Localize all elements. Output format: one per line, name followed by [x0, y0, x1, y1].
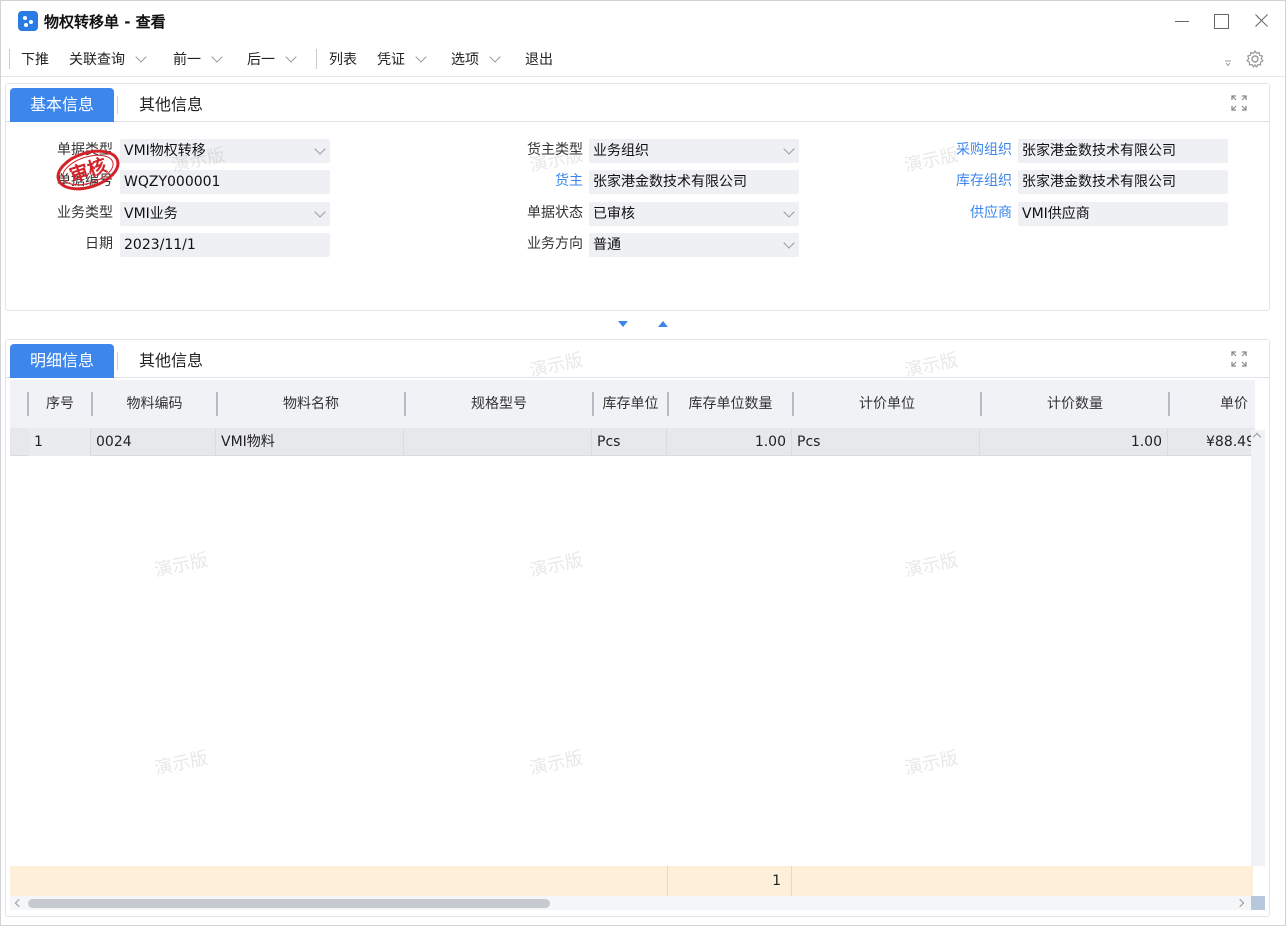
related-query-button[interactable]: 关联查询	[69, 49, 147, 69]
previous-button[interactable]: 前一	[173, 49, 223, 69]
chevron-down-icon	[285, 51, 297, 63]
collapse-down-icon[interactable]	[617, 319, 629, 329]
total-row: 1	[10, 866, 1253, 896]
supplier-label-link[interactable]: 供应商	[922, 202, 1012, 222]
owner-field[interactable]: 张家港金数技术有限公司	[589, 170, 799, 194]
fullscreen-icon[interactable]	[1231, 95, 1247, 111]
chevron-down-icon	[211, 51, 223, 63]
tab-divider	[117, 96, 118, 114]
basic-info-panel: 基本信息 其他信息	[5, 83, 1270, 311]
scroll-corner	[1251, 896, 1265, 910]
app-window: 物权转移单 - 查看 下推 关联查询 前一 后一 列表 凭证 选项 退出 基本信…	[0, 0, 1286, 926]
column-header-stock-qty[interactable]: 库存单位数量	[669, 380, 792, 428]
bill-type-select[interactable]: VMI物权转移	[120, 139, 330, 163]
owner-type-label: 货主类型	[527, 142, 583, 158]
next-button[interactable]: 后一	[247, 49, 297, 69]
list-button[interactable]: 列表	[329, 49, 357, 69]
chevron-down-icon	[415, 51, 427, 63]
toolbar-divider	[9, 49, 10, 69]
column-header-material-code[interactable]: 物料编码	[93, 380, 216, 428]
gear-icon[interactable]	[1245, 49, 1265, 69]
tab-divider	[117, 352, 118, 370]
push-down-button[interactable]: 下推	[21, 49, 49, 69]
supplier-field[interactable]: VMI供应商	[1018, 202, 1228, 226]
close-icon[interactable]	[1250, 10, 1272, 32]
window-title: 物权转移单 - 查看	[44, 13, 166, 31]
biz-type-select[interactable]: VMI业务	[120, 202, 330, 226]
fullscreen-icon[interactable]	[1231, 351, 1247, 367]
toolbar: 下推 关联查询 前一 后一 列表 凭证 选项 退出	[1, 41, 1285, 77]
scroll-thumb[interactable]	[28, 899, 550, 908]
chevron-down-icon	[489, 51, 501, 63]
scroll-left-icon[interactable]	[14, 898, 24, 908]
tab-basic-info[interactable]: 基本信息	[10, 88, 115, 122]
minimize-icon[interactable]	[1171, 10, 1193, 32]
purchase-org-label-link[interactable]: 采购组织	[922, 139, 1012, 159]
options-button[interactable]: 选项	[451, 49, 501, 69]
detail-info-panel: 明细信息 其他信息 序号 物料编码 物料名称 规格型号 库存单位 库存单位数量 …	[5, 339, 1270, 917]
vertical-scrollbar[interactable]	[1251, 430, 1265, 866]
tab-detail-info[interactable]: 明细信息	[10, 344, 115, 378]
column-header-stock-unit[interactable]: 库存单位	[594, 380, 667, 428]
chevron-down-icon	[314, 206, 326, 218]
date-label: 日期	[85, 236, 113, 252]
exit-button[interactable]: 退出	[525, 49, 553, 69]
bill-no-field[interactable]: WQZY000001	[120, 170, 330, 194]
cell-stock-unit[interactable]: Pcs	[592, 428, 667, 456]
cell-material-name[interactable]: VMI物料	[216, 428, 404, 456]
purchase-org-field[interactable]: 张家港金数技术有限公司	[1018, 139, 1228, 163]
stock-org-label-link[interactable]: 库存组织	[922, 170, 1012, 190]
chevron-down-icon	[783, 237, 795, 249]
title-bar: 物权转移单 - 查看	[1, 1, 1285, 41]
column-header-spec[interactable]: 规格型号	[406, 380, 592, 428]
biz-direction-select[interactable]: 普通	[589, 233, 799, 257]
column-header-price-qty[interactable]: 计价数量	[982, 380, 1168, 428]
chevron-down-icon	[314, 143, 326, 155]
detail-info-tabbar: 明细信息 其他信息	[6, 340, 1269, 378]
column-header-seq[interactable]: 序号	[29, 380, 91, 428]
column-header-material-name[interactable]: 物料名称	[218, 380, 404, 428]
cell-seq[interactable]: 1	[29, 428, 91, 456]
cell-price-unit[interactable]: Pcs	[792, 428, 980, 456]
cell-price-qty[interactable]: 1.00	[980, 428, 1168, 456]
collapse-up-icon[interactable]	[657, 319, 669, 329]
grid-header: 序号 物料编码 物料名称 规格型号 库存单位 库存单位数量 计价单位 计价数量 …	[10, 380, 1255, 428]
scroll-right-icon[interactable]	[1235, 898, 1245, 908]
table-row[interactable]: 1 0024 VMI物料 Pcs 1.00 Pcs 1.00 ¥88.49	[10, 428, 1255, 456]
cell-spec[interactable]	[404, 428, 592, 456]
tab-detail-other-info[interactable]: 其他信息	[119, 344, 223, 378]
toolbar-divider	[316, 49, 317, 69]
horizontal-scrollbar[interactable]	[10, 896, 1253, 910]
voucher-button[interactable]: 凭证	[377, 49, 427, 69]
bill-status-select[interactable]: 已审核	[589, 202, 799, 226]
date-field[interactable]: 2023/11/1	[120, 233, 330, 257]
toolbar-expand-icon[interactable]	[1224, 59, 1232, 67]
basic-info-tabbar: 基本信息 其他信息	[6, 84, 1269, 122]
chevron-down-icon	[783, 143, 795, 155]
bill-status-label: 单据状态	[527, 205, 583, 221]
biz-direction-label: 业务方向	[527, 236, 583, 252]
cell-unit-price[interactable]: ¥88.49	[1168, 428, 1255, 456]
chevron-down-icon	[783, 206, 795, 218]
owner-type-select[interactable]: 业务组织	[589, 139, 799, 163]
owner-label-link[interactable]: 货主	[493, 170, 583, 190]
cell-material-code[interactable]: 0024	[91, 428, 216, 456]
biz-type-label: 业务类型	[57, 205, 113, 221]
stock-org-field[interactable]: 张家港金数技术有限公司	[1018, 170, 1228, 194]
total-stock-qty: 1	[667, 866, 792, 896]
tab-other-info[interactable]: 其他信息	[119, 88, 223, 122]
cell-stock-qty[interactable]: 1.00	[667, 428, 792, 456]
scroll-up-icon[interactable]	[1252, 432, 1262, 442]
column-header-price-unit[interactable]: 计价单位	[794, 380, 980, 428]
app-logo-icon	[18, 11, 38, 31]
column-header-unit-price[interactable]: 单价	[1170, 380, 1252, 428]
audited-stamp: 审核	[56, 149, 120, 191]
maximize-icon[interactable]	[1210, 10, 1232, 32]
chevron-down-icon	[135, 51, 147, 63]
